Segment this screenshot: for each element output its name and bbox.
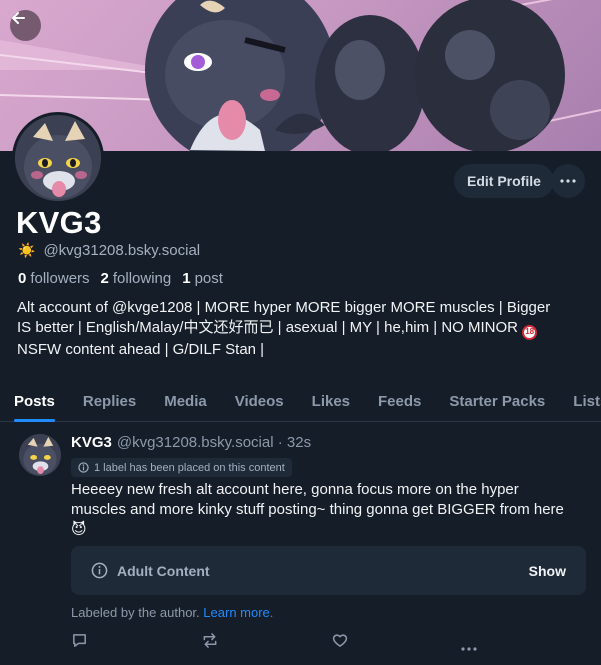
no-minor-badge: 18 xyxy=(522,324,538,340)
repost-button[interactable] xyxy=(201,632,219,654)
post-author-avatar[interactable] xyxy=(19,434,61,476)
reply-icon xyxy=(73,634,86,647)
repost-icon xyxy=(203,633,217,648)
avatar-image xyxy=(15,115,101,201)
handle-emoji: ☀️ xyxy=(18,242,36,258)
profile-bio: Alt account of @kvge1208 | MORE hyper MO… xyxy=(17,298,587,360)
tab-videos[interactable]: Videos xyxy=(221,380,298,422)
info-circle-icon xyxy=(91,562,108,579)
profile-handle: @kvg31208.bsky.social xyxy=(43,242,201,259)
tab-lists[interactable]: Lists xyxy=(559,380,601,422)
post-actions xyxy=(71,632,481,652)
followers-stat[interactable]: 0 followers xyxy=(18,270,90,287)
bio-line: NSFW content ahead | G/DILF Stan | xyxy=(17,340,265,358)
like-icon xyxy=(332,634,348,647)
tab-feeds[interactable]: Feeds xyxy=(364,380,435,422)
warning-title: Adult Content xyxy=(117,562,210,579)
edit-profile-button[interactable]: Edit Profile xyxy=(454,164,554,198)
more-options-icon xyxy=(461,647,477,651)
post-header: KVG3 @kvg31208.bsky.social · 32s xyxy=(71,434,311,451)
label-notice-text: 1 label has been placed on this content xyxy=(94,461,285,474)
bio-line: IS better | English/Malay/中文还好而已 | asexu… xyxy=(17,318,587,340)
back-arrow-icon xyxy=(12,12,25,24)
bio-line: Alt account of @kvge1208 | MORE hyper MO… xyxy=(17,299,551,316)
tab-likes[interactable]: Likes xyxy=(298,380,364,422)
profile-more-button[interactable] xyxy=(551,164,585,198)
tab-starter-packs[interactable]: Starter Packs xyxy=(435,380,559,422)
post-author-name[interactable]: KVG3 xyxy=(71,434,112,451)
posts-stat: 1 post xyxy=(182,270,223,287)
post-more-button[interactable] xyxy=(461,638,477,656)
content-label-notice[interactable]: 1 label has been placed on this content xyxy=(71,458,292,477)
post-text: Heeeey new fresh alt account here, gonna… xyxy=(71,481,564,538)
like-button[interactable] xyxy=(331,632,349,654)
adult-content-warning[interactable]: Adult Content Show xyxy=(71,546,586,595)
handle-row: ☀️ @kvg31208.bsky.social xyxy=(18,242,200,259)
following-stat[interactable]: 2 following xyxy=(101,270,172,287)
more-horizontal-icon xyxy=(560,179,576,183)
profile-stats: 0 followers 2 following 1 post xyxy=(18,270,223,287)
tab-replies[interactable]: Replies xyxy=(69,380,150,422)
profile-tabs: Posts Replies Media Videos Likes Feeds S… xyxy=(0,380,601,422)
display-name: KVG3 xyxy=(16,205,102,240)
post-avatar-image xyxy=(19,434,61,476)
back-button[interactable] xyxy=(10,10,41,41)
tab-media[interactable]: Media xyxy=(150,380,221,422)
labeled-by-notice: Labeled by the author. Learn more. xyxy=(71,605,274,620)
post-meta: @kvg31208.bsky.social · 32s xyxy=(116,434,312,451)
info-circle-icon xyxy=(78,462,89,473)
tab-posts[interactable]: Posts xyxy=(0,380,69,422)
reply-button[interactable] xyxy=(71,632,88,654)
learn-more-link[interactable]: Learn more. xyxy=(203,605,273,620)
show-content-button[interactable]: Show xyxy=(529,563,566,579)
profile-avatar[interactable] xyxy=(12,112,104,204)
